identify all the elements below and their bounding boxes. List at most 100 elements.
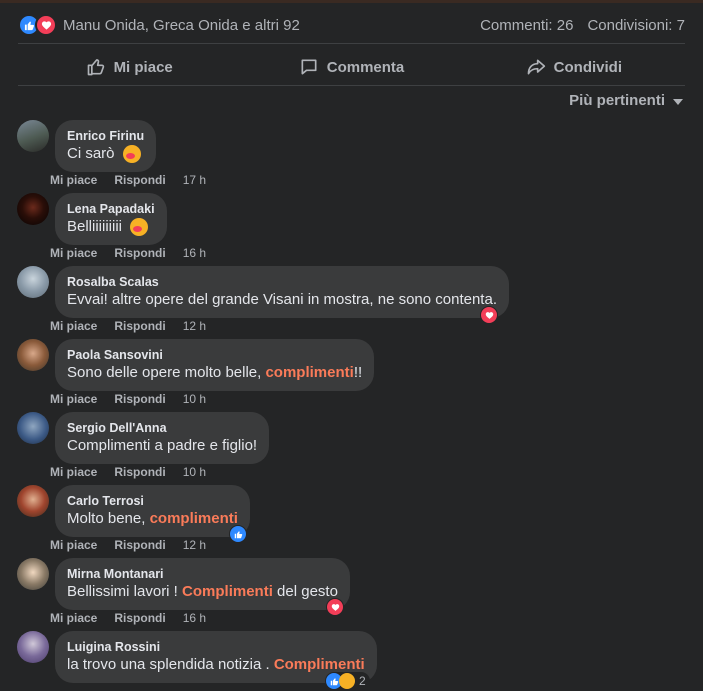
comment-like-link[interactable]: Mi piace: [50, 246, 97, 260]
comment-like-link[interactable]: Mi piace: [50, 392, 97, 406]
comment-meta: Mi piace Rispondi 10 h: [50, 465, 206, 479]
comment-meta: Mi piace Rispondi 16 h: [50, 246, 206, 260]
avatar[interactable]: [17, 485, 49, 517]
comment-reactions[interactable]: [480, 306, 498, 324]
comment-bubble: Carlo Terrosi Molto bene, complimenti: [55, 485, 250, 537]
comment-author[interactable]: Sergio Dell'Anna: [67, 420, 257, 436]
comment-text: Sono delle opere molto belle, compliment…: [67, 363, 362, 383]
share-arrow-icon: [527, 59, 545, 75]
comment-author[interactable]: Lena Papadaki: [67, 201, 155, 217]
comment-reply-link[interactable]: Rispondi: [114, 465, 165, 479]
post-actions: Mi piace Commenta Condividi: [18, 47, 685, 87]
comment-text-part: del gesto: [272, 583, 338, 600]
shares-count[interactable]: Condivisioni: 7: [587, 17, 685, 34]
comment-button-label: Commenta: [326, 58, 405, 76]
care-emoji-icon: [339, 673, 355, 689]
comment-like-link[interactable]: Mi piace: [50, 538, 97, 552]
comment-meta: Mi piace Rispondi 17 h: [50, 173, 206, 187]
comment-like-link[interactable]: Mi piace: [50, 319, 97, 333]
reactions-summary: Manu Onida, Greca Onida e altri 92 Comme…: [18, 13, 685, 37]
comment-timestamp[interactable]: 17 h: [183, 173, 206, 187]
comment-timestamp[interactable]: 12 h: [183, 319, 206, 333]
comment-text-part: Sono delle opere molto belle,: [67, 364, 266, 381]
caret-down-icon: [673, 98, 683, 105]
avatar[interactable]: [17, 120, 49, 152]
comment-author[interactable]: Rosalba Scalas: [67, 274, 497, 290]
comment-author[interactable]: Luigina Rossini: [67, 639, 365, 655]
comment-bubble: Mirna Montanari Bellissimi lavori ! Comp…: [55, 558, 350, 610]
comment-text: Complimenti a padre e figlio!: [67, 437, 258, 454]
care-emoji-icon: [122, 145, 141, 164]
comment-reply-link[interactable]: Rispondi: [114, 611, 165, 625]
comment-reply-link[interactable]: Rispondi: [114, 392, 165, 406]
highlighted-word[interactable]: complimenti: [265, 364, 353, 381]
avatar[interactable]: [17, 339, 49, 371]
comment-like-link[interactable]: Mi piace: [50, 173, 97, 187]
comment-text: Molto bene, complimenti: [67, 509, 238, 529]
comment-text-content: Belliiiiiiiii: [67, 218, 123, 235]
comment-text-part: !!: [353, 364, 363, 381]
comment-reply-link[interactable]: Rispondi: [114, 246, 165, 260]
comment-text-part: Molto bene,: [67, 510, 150, 527]
comment-timestamp[interactable]: 12 h: [183, 538, 206, 552]
comment-meta: Mi piace Rispondi 12 h: [50, 319, 206, 333]
like-button-label: Mi piace: [113, 58, 173, 76]
comment-reply-link[interactable]: Rispondi: [114, 173, 165, 187]
comment-bubble: Paola Sansovini Sono delle opere molto b…: [55, 339, 375, 391]
comment-reactions[interactable]: [326, 598, 344, 616]
avatar[interactable]: [17, 412, 49, 444]
comment-timestamp[interactable]: 16 h: [183, 246, 206, 260]
sort-dropdown[interactable]: Più pertinenti: [569, 92, 683, 109]
comment-reply-link[interactable]: Rispondi: [114, 538, 165, 552]
comment-like-link[interactable]: Mi piace: [50, 611, 97, 625]
share-button[interactable]: Condividi: [463, 57, 685, 77]
reaction-count: 2: [359, 674, 366, 688]
comment-bubble: Rosalba Scalas Evvai! altre opere del gr…: [55, 266, 509, 318]
like-button[interactable]: Mi piace: [18, 57, 240, 77]
comment-timestamp[interactable]: 10 h: [183, 392, 206, 406]
comment-text: Belliiiiiiiii: [67, 217, 155, 237]
comment-bubble: Sergio Dell'Anna Complimenti a padre e f…: [55, 412, 270, 464]
comment-bubble: Lena Papadaki Belliiiiiiiii: [55, 193, 167, 245]
comment-reply-link[interactable]: Rispondi: [114, 319, 165, 333]
reactors-names[interactable]: Manu Onida, Greca Onida e altri 92: [63, 17, 300, 34]
highlighted-word[interactable]: Complimenti: [274, 656, 365, 673]
comment-timestamp[interactable]: 10 h: [183, 465, 206, 479]
highlighted-word[interactable]: complimenti: [150, 510, 238, 527]
comments-count[interactable]: Commenti: 26: [480, 17, 573, 34]
comment-button[interactable]: Commenta: [240, 57, 462, 77]
like-icon: [230, 526, 246, 542]
comment-text: la trovo una splendida notizia . Complim…: [67, 655, 365, 675]
heart-icon: [481, 307, 497, 323]
speech-bubble-icon: [301, 59, 317, 75]
avatar[interactable]: [17, 558, 49, 590]
comment-text: Evvai! altre opere del grande Visani in …: [67, 291, 497, 308]
comment-text-part: Bellissimi lavori !: [67, 583, 183, 600]
avatar[interactable]: [17, 193, 49, 225]
reaction-icons[interactable]: [18, 14, 57, 36]
comment-author[interactable]: Enrico Firinu: [67, 128, 144, 144]
comment-meta: Mi piace Rispondi 16 h: [50, 611, 206, 625]
comment-author[interactable]: Mirna Montanari: [67, 566, 338, 582]
thumbs-up-icon: [87, 59, 104, 76]
comment-author[interactable]: Paola Sansovini: [67, 347, 362, 363]
comment-text-content: Ci sarò: [67, 145, 115, 162]
avatar[interactable]: [17, 266, 49, 298]
divider: [18, 85, 685, 86]
comment-meta: Mi piace Rispondi 12 h: [50, 538, 206, 552]
care-emoji-icon: [130, 218, 149, 237]
comment-reactions[interactable]: [229, 525, 247, 543]
share-button-label: Condividi: [553, 58, 622, 76]
avatar[interactable]: [17, 631, 49, 663]
comment-text: Bellissimi lavori ! Complimenti del gest…: [67, 582, 338, 602]
comment-text: Ci sarò: [67, 144, 144, 164]
heart-icon: [327, 599, 343, 615]
comment-timestamp[interactable]: 16 h: [183, 611, 206, 625]
highlighted-word[interactable]: Complimenti: [182, 583, 273, 600]
post-card: Manu Onida, Greca Onida e altri 92 Comme…: [0, 0, 703, 691]
comment-reactions[interactable]: 2: [325, 672, 370, 690]
comment-author[interactable]: Carlo Terrosi: [67, 493, 238, 509]
comment-text-part: la trovo una splendida notizia .: [67, 656, 274, 673]
comment-like-link[interactable]: Mi piace: [50, 465, 97, 479]
heart-icon: [35, 14, 57, 36]
